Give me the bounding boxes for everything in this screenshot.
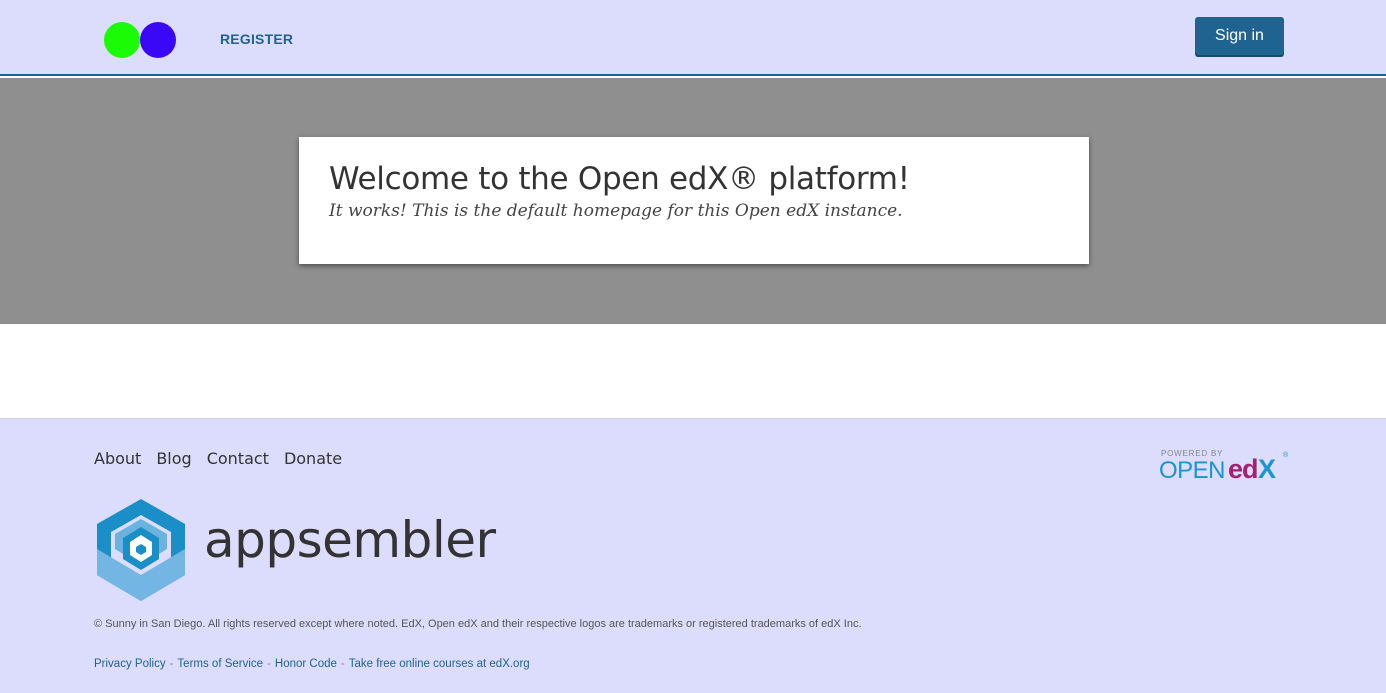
separator: - (169, 658, 174, 670)
hero-banner: Welcome to the Open edX® platform! It wo… (0, 78, 1386, 324)
site-header: REGISTER Sign in (0, 0, 1386, 76)
separator: - (340, 658, 345, 670)
logo-blue-circle (140, 22, 176, 58)
x-wordmark: X (1258, 454, 1277, 484)
footer-link-contact[interactable]: Contact (207, 449, 269, 468)
edx-courses-link[interactable]: Take free online courses at edX.org (349, 658, 530, 670)
register-link[interactable]: REGISTER (220, 31, 293, 47)
footer-link-about[interactable]: About (94, 449, 141, 468)
site-footer: About Blog Contact Donate appsembler © S… (0, 418, 1386, 693)
appsembler-hexagon-icon (97, 499, 185, 601)
legal-links: Privacy Policy - Terms of Service - Honor Co… (94, 658, 530, 670)
sign-in-button[interactable]: Sign in (1195, 17, 1284, 55)
hero-title: Welcome to the Open edX® platform! (329, 161, 910, 197)
logo-green-circle (104, 22, 140, 58)
hero-card: Welcome to the Open edX® platform! It wo… (299, 137, 1089, 264)
footer-link-donate[interactable]: Donate (284, 449, 342, 468)
hero-subtitle: It works! This is the default homepage f… (329, 201, 903, 221)
appsembler-wordmark: appsembler (204, 511, 496, 569)
ed-wordmark: ed (1228, 454, 1258, 484)
privacy-policy-link[interactable]: Privacy Policy (94, 658, 166, 670)
open-wordmark: OPEN (1159, 457, 1226, 484)
powered-by-open-edx-logo[interactable]: POWERED BY OPEN ed X ® (1158, 449, 1290, 485)
honor-code-link[interactable]: Honor Code (275, 658, 337, 670)
footer-link-blog[interactable]: Blog (156, 449, 191, 468)
copyright-text: © Sunny in San Diego. All rights reserve… (94, 618, 862, 630)
site-logo[interactable] (104, 22, 176, 60)
footer-nav: About Blog Contact Donate (94, 449, 357, 468)
terms-of-service-link[interactable]: Terms of Service (177, 658, 263, 670)
separator: - (267, 658, 271, 670)
appsembler-logo[interactable]: appsembler (94, 497, 496, 603)
registered-mark: ® (1283, 452, 1289, 459)
